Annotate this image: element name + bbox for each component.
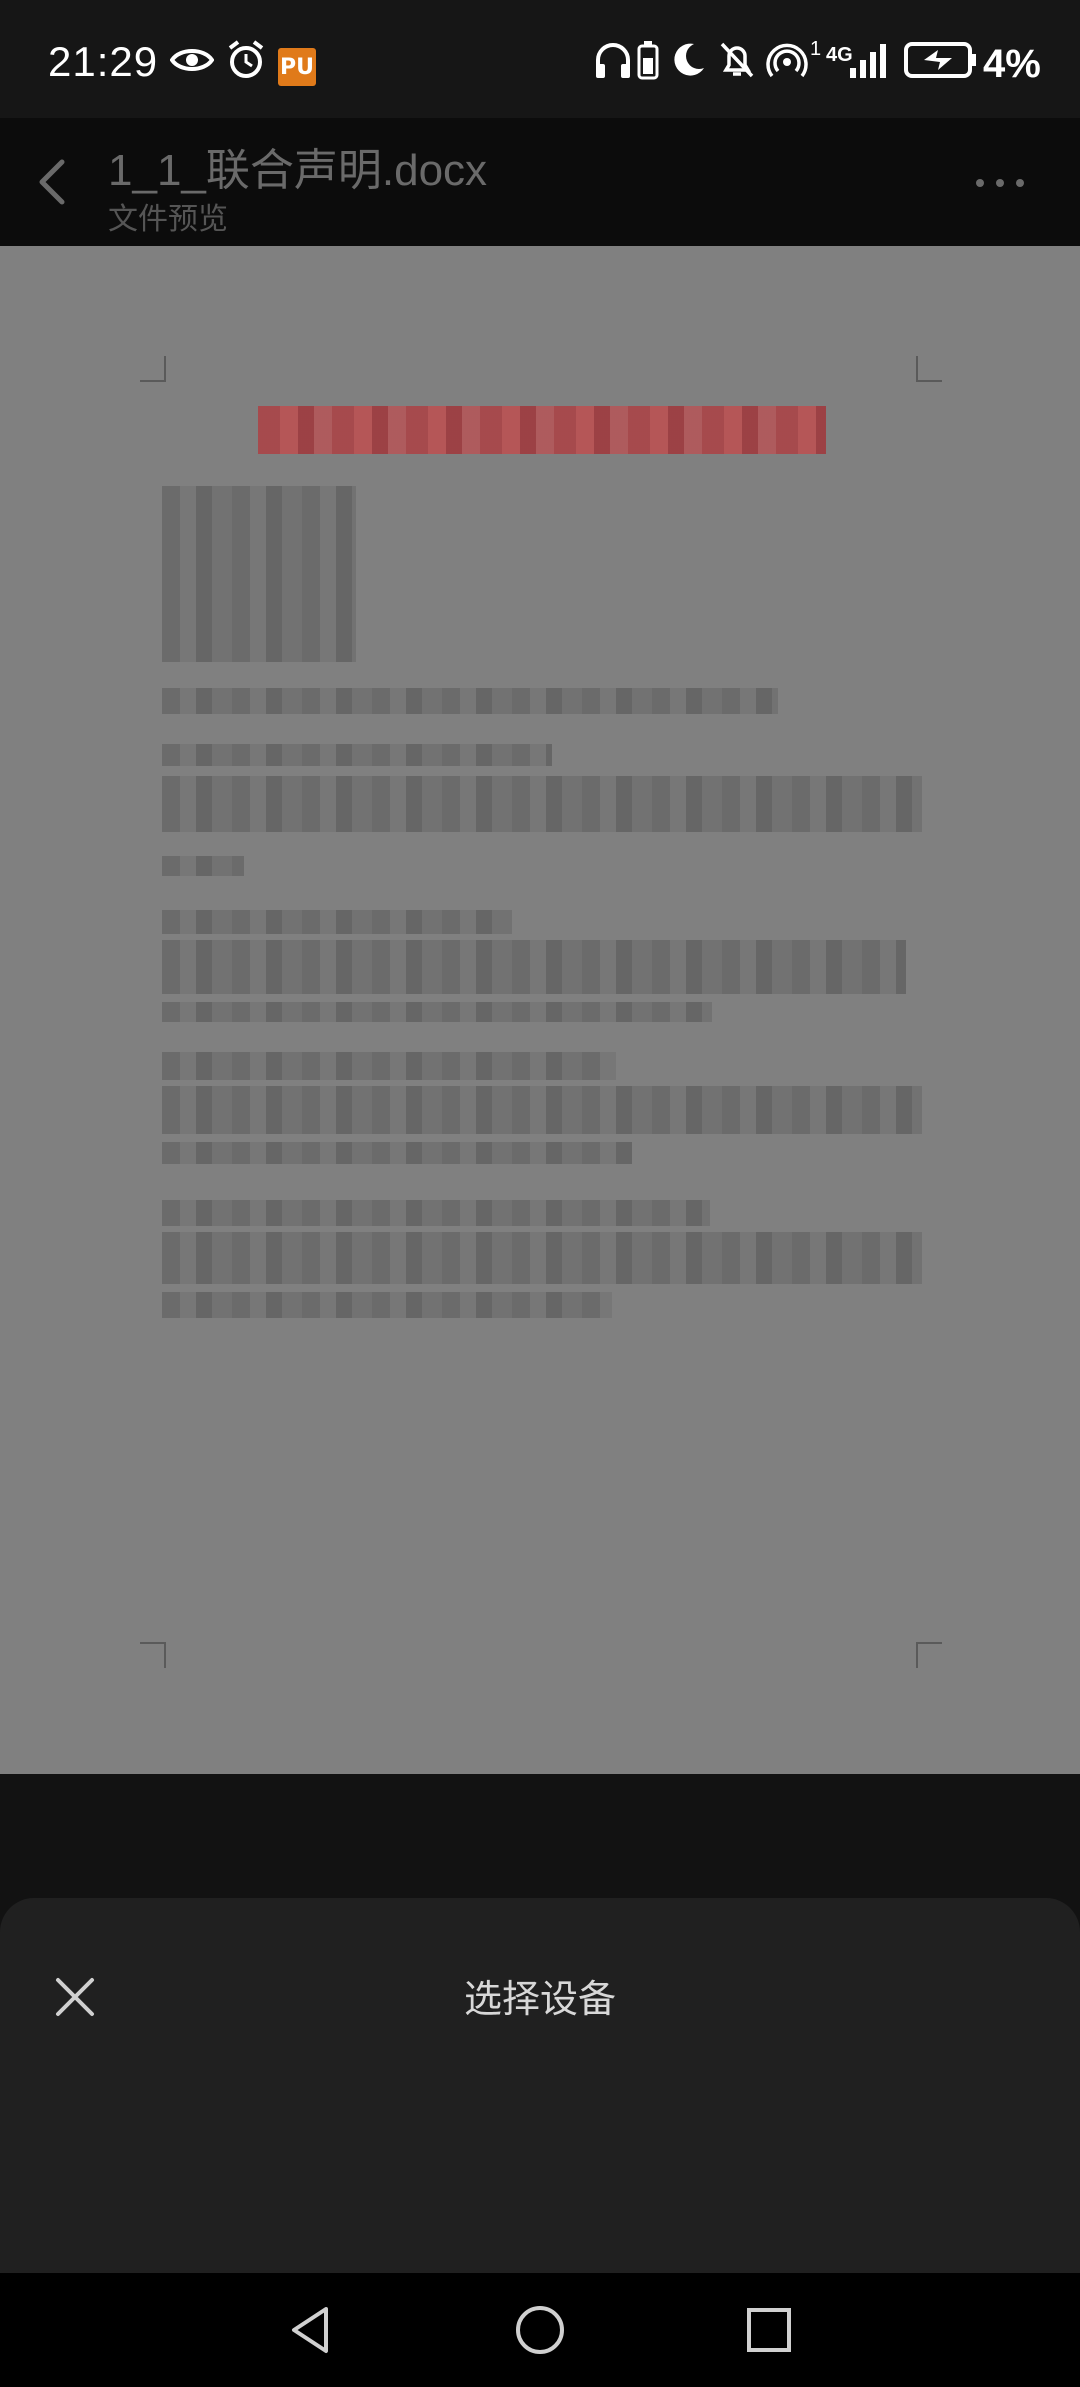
more-horizontal-icon[interactable] (970, 168, 1030, 198)
document-title: 1_1_联合声明.docx (108, 146, 488, 195)
redacted-text-line (162, 1142, 632, 1164)
redacted-text-block (162, 940, 906, 994)
redacted-text-line (162, 856, 244, 876)
redacted-text-block (162, 776, 922, 832)
hotspot-icon (766, 43, 808, 78)
headphones-icon (596, 43, 630, 78)
app-bar: 1_1_联合声明.docx 文件预览 (0, 118, 1080, 246)
redacted-text-block (162, 486, 356, 662)
redacted-text-line (162, 1052, 616, 1080)
sheet-title: 选择设备 (463, 1977, 616, 2021)
eye-icon (170, 49, 214, 71)
redacted-text-line (162, 1292, 612, 1318)
select-device-sheet: 选择设备 (0, 1898, 1080, 2273)
preview-footer (0, 1774, 1080, 1900)
moon-icon (674, 43, 704, 76)
status-time: 21:29 (48, 38, 159, 85)
redacted-text-line (162, 910, 512, 934)
status-bar: 21:29 PU 1 4G 4% (0, 0, 1080, 118)
page-corner-mark (916, 356, 942, 382)
redacted-document-heading (258, 406, 826, 454)
redacted-text-line (162, 1002, 712, 1022)
sim-slot-label: 1 (810, 38, 822, 60)
navigation-bar (0, 2273, 1080, 2387)
notifications-off-icon (720, 42, 754, 78)
signal-icon (850, 44, 886, 78)
page-corner-mark (140, 356, 166, 382)
redacted-text-block (162, 1232, 922, 1284)
battery-percent: 4% (983, 42, 1041, 86)
battery-saver-icon (637, 41, 659, 80)
pu-app-icon: PU (278, 48, 316, 86)
recents-square-icon[interactable] (740, 2301, 798, 2359)
alarm-icon (228, 40, 264, 78)
document-subtitle: 文件预览 (108, 202, 228, 237)
page-corner-mark (916, 1642, 942, 1668)
page-corner-mark (140, 1642, 166, 1668)
back-triangle-icon[interactable] (282, 2301, 340, 2359)
redacted-text-line (162, 688, 778, 714)
home-circle-icon[interactable] (511, 2301, 569, 2359)
redacted-text-block (162, 1086, 922, 1134)
chevron-left-icon[interactable] (28, 154, 78, 210)
document-preview (0, 246, 1080, 1774)
redacted-text-line (162, 1200, 710, 1226)
redacted-text-line (162, 744, 552, 766)
charging-battery-icon (904, 42, 976, 78)
